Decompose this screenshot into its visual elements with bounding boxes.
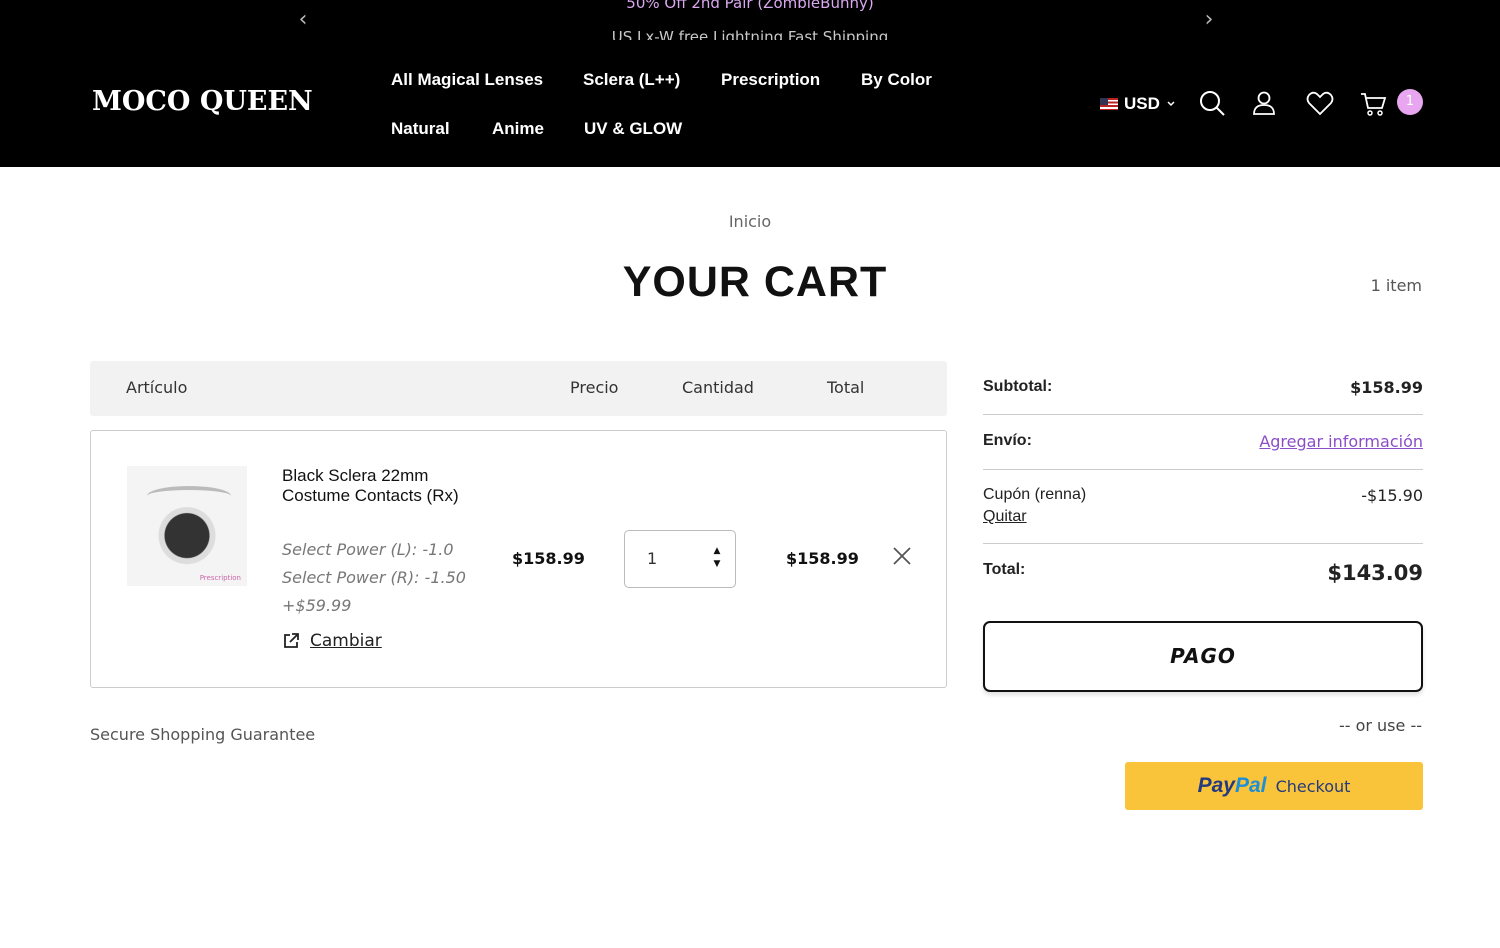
summary-divider bbox=[983, 543, 1423, 544]
item-price: $158.99 bbox=[512, 549, 585, 568]
remove-coupon-link[interactable]: Quitar bbox=[983, 508, 1027, 526]
paypal-logo-pay: Pay bbox=[1197, 774, 1235, 797]
product-name[interactable]: Black Sclera 22mm Costume Contacts (Rx) bbox=[282, 466, 472, 506]
nav-anime[interactable]: Anime bbox=[492, 119, 544, 139]
coupon-row: Cupón (renna) Quitar -$15.90 bbox=[983, 486, 1423, 530]
option-extra-price: +$59.99 bbox=[282, 596, 352, 615]
quantity-stepper[interactable]: 1 ▲ ▼ bbox=[624, 530, 736, 588]
breadcrumb[interactable]: Inicio bbox=[0, 212, 1500, 231]
header-article: Artículo bbox=[126, 378, 188, 397]
summary-divider bbox=[983, 469, 1423, 470]
paypal-checkout-button[interactable]: PayPal Checkout bbox=[1125, 762, 1423, 810]
secure-shopping-guarantee: Secure Shopping Guarantee bbox=[90, 725, 316, 744]
currency-selector[interactable]: USD bbox=[1100, 94, 1176, 114]
promo-text[interactable]: 50% Off 2nd Pair (ZombieBunny) bbox=[0, 0, 1500, 12]
quantity-value[interactable]: 1 bbox=[647, 549, 657, 568]
total-label: Total: bbox=[983, 561, 1026, 578]
item-count: 1 item bbox=[1370, 276, 1422, 295]
product-thumbnail[interactable]: Prescription bbox=[127, 466, 247, 586]
user-icon[interactable] bbox=[1249, 88, 1279, 118]
page-title: YOUR CART bbox=[622, 258, 888, 306]
shipping-row: Envío: Agregar información bbox=[983, 432, 1423, 456]
or-use-label: -- or use -- bbox=[1338, 716, 1422, 735]
chevron-left-icon[interactable]: ‹ bbox=[293, 8, 313, 32]
paypal-checkout-label: Checkout bbox=[1275, 777, 1351, 796]
site-header: 50% Off 2nd Pair (ZombieBunny) US Lx-W f… bbox=[0, 0, 1500, 167]
us-flag-icon bbox=[1100, 98, 1118, 110]
change-label: Cambiar bbox=[310, 631, 382, 651]
subtotal-label: Subtotal: bbox=[983, 378, 1053, 395]
total-value: $143.09 bbox=[1327, 561, 1423, 585]
header-quantity: Cantidad bbox=[682, 378, 754, 397]
search-icon[interactable] bbox=[1197, 88, 1227, 118]
coupon-label: Cupón (renna) bbox=[983, 486, 1087, 503]
nav-natural[interactable]: Natural bbox=[391, 119, 450, 139]
nav-prescription[interactable]: Prescription bbox=[721, 70, 820, 90]
change-options-link[interactable]: Cambiar bbox=[282, 631, 382, 651]
option-power-left: Select Power (L): -1.0 bbox=[282, 540, 454, 559]
subtotal-row: Subtotal: $158.99 bbox=[983, 378, 1423, 402]
option-power-right: Select Power (R): -1.50 bbox=[282, 568, 466, 587]
cart-count-badge: 1 bbox=[1397, 89, 1423, 115]
heart-icon[interactable] bbox=[1305, 88, 1335, 118]
cart-icon[interactable] bbox=[1358, 88, 1388, 118]
thumbnail-tag: Prescription bbox=[199, 574, 241, 582]
header-total: Total bbox=[827, 378, 865, 397]
nav-uv-glow[interactable]: UV & GLOW bbox=[584, 119, 682, 139]
paypal-logo-pal: Pal bbox=[1234, 774, 1267, 797]
chevron-down-icon bbox=[1167, 101, 1175, 107]
subtotal-value: $158.99 bbox=[1350, 378, 1423, 397]
item-total: $158.99 bbox=[786, 549, 859, 568]
external-link-icon bbox=[284, 633, 299, 648]
thumbnail-eyebrow bbox=[147, 486, 231, 506]
shipping-label: Envío: bbox=[983, 432, 1032, 449]
remove-item-icon[interactable] bbox=[891, 545, 913, 567]
chevron-right-icon[interactable]: › bbox=[1199, 8, 1219, 32]
nav-sclera[interactable]: Sclera (L++) bbox=[583, 70, 680, 90]
total-row: Total: $143.09 bbox=[983, 561, 1423, 591]
quantity-down-icon[interactable]: ▼ bbox=[712, 559, 722, 569]
checkout-button[interactable]: PAGO bbox=[983, 621, 1423, 692]
nav-all-magical-lenses[interactable]: All Magical Lenses bbox=[391, 70, 543, 90]
header-price: Precio bbox=[570, 378, 619, 397]
nav-by-color[interactable]: By Color bbox=[861, 70, 932, 90]
quantity-up-icon[interactable]: ▲ bbox=[712, 546, 722, 556]
add-shipping-info-link[interactable]: Agregar información bbox=[1259, 432, 1423, 451]
currency-label: USD bbox=[1124, 94, 1160, 113]
site-logo[interactable]: MOCO QUEEN bbox=[92, 86, 313, 117]
promo-bar: 50% Off 2nd Pair (ZombieBunny) US Lx-W f… bbox=[0, 0, 1500, 40]
promo-text-secondary: US Lx-W free Lightning Fast Shipping bbox=[611, 28, 889, 40]
cart-item-row: Prescription Black Sclera 22mm Costume C… bbox=[90, 430, 947, 688]
coupon-value: -$15.90 bbox=[1361, 486, 1423, 505]
cart-table-header: Artículo Precio Cantidad Total bbox=[90, 361, 947, 416]
summary-divider bbox=[983, 414, 1423, 415]
